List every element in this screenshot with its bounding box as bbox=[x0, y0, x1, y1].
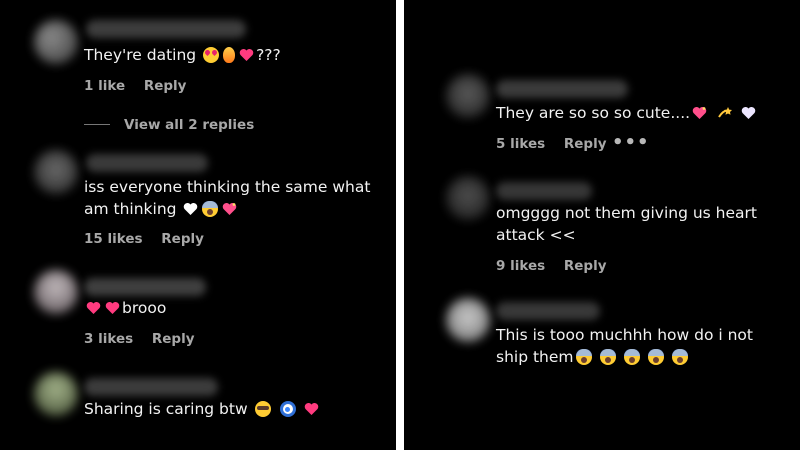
likes-count[interactable]: 15 likes bbox=[84, 230, 143, 248]
avatar[interactable] bbox=[446, 298, 490, 342]
comment-meta: 9 likes Reply bbox=[496, 257, 607, 275]
white-heart-icon bbox=[183, 202, 198, 216]
screaming-face-icon bbox=[623, 349, 640, 365]
avatar[interactable] bbox=[446, 176, 490, 220]
view-replies-button[interactable]: View all 2 replies bbox=[124, 116, 254, 134]
comment-text: omgggg not them giving us heart attack <… bbox=[496, 204, 757, 244]
comment-meta: 1 like Reply bbox=[84, 77, 186, 95]
dizzy-icon bbox=[716, 105, 732, 121]
screaming-face-icon bbox=[202, 201, 219, 217]
avatar[interactable] bbox=[34, 20, 78, 64]
username-blurred[interactable] bbox=[86, 154, 208, 172]
comment-meta: 5 likes Reply bbox=[496, 135, 607, 153]
sparkling-heart-icon bbox=[692, 106, 707, 120]
likes-count[interactable]: 1 like bbox=[84, 77, 125, 95]
comment-text: iss everyone thinking the same what am t… bbox=[84, 178, 371, 218]
comment-text: brooo bbox=[84, 297, 166, 319]
pleading-face-icon bbox=[254, 401, 271, 417]
sparkling-heart-icon bbox=[222, 202, 237, 216]
likes-count[interactable]: 5 likes bbox=[496, 135, 545, 153]
avatar[interactable] bbox=[446, 74, 490, 118]
reply-button[interactable]: Reply bbox=[152, 330, 195, 348]
avatar[interactable] bbox=[34, 150, 78, 194]
more-options-icon[interactable]: ••• bbox=[612, 134, 650, 152]
username-blurred[interactable] bbox=[84, 278, 206, 296]
username-blurred[interactable] bbox=[86, 20, 246, 38]
comment-meta: 3 likes Reply bbox=[84, 330, 195, 348]
username-blurred[interactable] bbox=[496, 182, 592, 200]
pink-heart-icon bbox=[304, 402, 319, 416]
comment-text: Sharing is caring btw bbox=[84, 398, 321, 420]
white-heart-icon bbox=[741, 106, 756, 120]
username-blurred[interactable] bbox=[496, 302, 600, 320]
heart-eyes-icon bbox=[203, 47, 220, 63]
comments-panel-right: They are so so so cute.... 5 likes Reply… bbox=[404, 0, 800, 450]
avatar[interactable] bbox=[34, 372, 78, 416]
pink-heart-icon bbox=[86, 301, 101, 315]
nazar-amulet-icon bbox=[279, 401, 296, 417]
username-blurred[interactable] bbox=[496, 80, 628, 98]
avatar[interactable] bbox=[34, 270, 78, 314]
comment-text: They're dating ??? bbox=[84, 46, 281, 64]
reply-button[interactable]: Reply bbox=[564, 257, 607, 275]
comment-meta: 15 likes Reply bbox=[84, 230, 204, 248]
fire-icon bbox=[223, 47, 236, 63]
reply-button[interactable]: Reply bbox=[564, 135, 607, 153]
comment-text: They are so so so cute.... bbox=[496, 102, 758, 124]
likes-count[interactable]: 3 likes bbox=[84, 330, 133, 348]
screaming-face-icon bbox=[671, 349, 688, 365]
screaming-face-icon bbox=[575, 349, 592, 365]
likes-count[interactable]: 9 likes bbox=[496, 257, 545, 275]
comment-text: This is tooo muchhh how do i not ship th… bbox=[496, 326, 753, 366]
screaming-face-icon bbox=[599, 349, 616, 365]
pink-heart-icon bbox=[239, 48, 254, 62]
reply-button[interactable]: Reply bbox=[161, 230, 204, 248]
pink-heart-icon bbox=[105, 301, 120, 315]
screaming-face-icon bbox=[647, 349, 664, 365]
replies-divider bbox=[84, 124, 110, 125]
comments-panel-left: They're dating ??? 1 like Reply View all… bbox=[0, 0, 396, 450]
username-blurred[interactable] bbox=[84, 378, 218, 396]
reply-button[interactable]: Reply bbox=[144, 77, 187, 95]
